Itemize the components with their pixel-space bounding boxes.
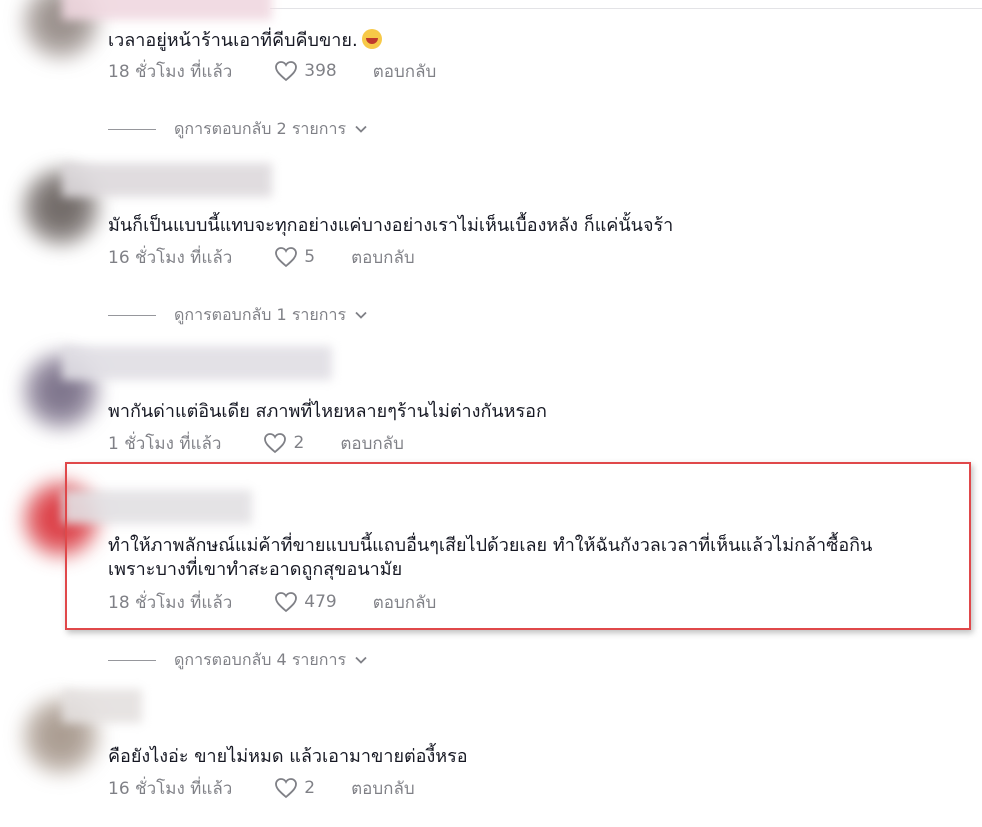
heart-outline-icon	[275, 61, 298, 82]
comment-meta: 16 ชั่วโมง ที่แล้ว 2 ตอบกลับ	[108, 775, 415, 801]
top-divider	[270, 8, 982, 9]
username-blurred[interactable]	[62, 346, 332, 380]
like-button[interactable]: 5	[274, 246, 351, 268]
comment-text: คือยังไงอ่ะ ขายไม่หมด แล้วเอามาขายต่องี้…	[108, 746, 468, 767]
heart-outline-icon	[264, 433, 287, 454]
comment-timestamp: 16 ชั่วโมง ที่แล้ว	[108, 247, 233, 268]
reply-button[interactable]: ตอบกลับ	[351, 775, 415, 802]
comment-timestamp: 18 ชั่วโมง ที่แล้ว	[108, 61, 233, 82]
comment-timestamp: 1 ชั่วโมง ที่แล้ว	[108, 433, 222, 454]
like-button[interactable]: 479	[274, 591, 372, 613]
replies-divider-line	[108, 128, 156, 130]
comment-timestamp: 16 ชั่วโมง ที่แล้ว	[108, 778, 233, 799]
chevron-down-icon	[355, 125, 367, 133]
username-blurred[interactable]	[62, 163, 272, 197]
reply-button[interactable]: ตอบกลับ	[373, 58, 437, 85]
view-replies-button[interactable]: ดูการตอบกลับ 4 รายการ	[108, 648, 368, 672]
comment-meta: 18 ชั่วโมง ที่แล้ว 479 ตอบกลับ	[108, 589, 436, 615]
reply-button[interactable]: ตอบกลับ	[351, 244, 415, 271]
like-count: 479	[304, 592, 337, 612]
replies-divider-line	[108, 314, 156, 316]
view-replies-button[interactable]: ดูการตอบกลับ 1 รายการ	[108, 303, 368, 327]
like-count: 5	[304, 247, 316, 267]
username-blurred[interactable]	[62, 689, 142, 723]
like-button[interactable]: 398	[274, 60, 372, 82]
heart-outline-icon	[275, 247, 298, 268]
view-replies-label: ดูการตอบกลับ 4 รายการ	[174, 649, 347, 669]
like-count: 2	[304, 778, 316, 798]
like-count: 2	[293, 433, 305, 453]
username-blurred[interactable]	[62, 490, 252, 524]
reply-button[interactable]: ตอบกลับ	[340, 430, 404, 457]
comment-text: เวลาอยู่หน้าร้านเอาที่คีบคีบขาย.	[108, 28, 382, 54]
comment-meta: 16 ชั่วโมง ที่แล้ว 5 ตอบกลับ	[108, 244, 415, 270]
view-replies-label: ดูการตอบกลับ 1 รายการ	[174, 304, 347, 324]
comment-timestamp: 18 ชั่วโมง ที่แล้ว	[108, 592, 233, 613]
comment-text-line-1: ทำให้ภาพลักษณ์แม่ค้าที่ขายแบบนี้แถบอื่นๆ…	[108, 535, 873, 556]
like-button[interactable]: 2	[274, 777, 351, 799]
replies-divider-line	[108, 659, 156, 661]
comment-text: พากันด่าแต่อินเดีย สภาพที่ไหยหลายๆร้านไม…	[108, 401, 547, 422]
like-button[interactable]: 2	[263, 432, 340, 454]
comment-text: มันก็เป็นแบบนี้แทบจะทุกอย่างแค่บางอย่างเ…	[108, 215, 674, 236]
chevron-down-icon	[355, 311, 367, 319]
reply-button[interactable]: ตอบกลับ	[373, 589, 437, 616]
comment-text-line-2: เพราะบางที่เขาทำสะอาดถูกสุขอนามัย	[108, 559, 403, 580]
like-count: 398	[304, 61, 337, 81]
comment-meta: 18 ชั่วโมง ที่แล้ว 398 ตอบกลับ	[108, 58, 436, 84]
comment-text-content: เวลาอยู่หน้าร้านเอาที่คีบคีบขาย.	[108, 30, 358, 51]
view-replies-label: ดูการตอบกลับ 2 รายการ	[174, 118, 347, 138]
comment-meta: 1 ชั่วโมง ที่แล้ว 2 ตอบกลับ	[108, 430, 404, 456]
view-replies-button[interactable]: ดูการตอบกลับ 2 รายการ	[108, 117, 368, 141]
username-blurred[interactable]	[62, 0, 272, 20]
chevron-down-icon	[355, 656, 367, 664]
grinning-sweat-emoji-icon	[361, 29, 382, 49]
heart-outline-icon	[275, 592, 298, 613]
heart-outline-icon	[275, 778, 298, 799]
